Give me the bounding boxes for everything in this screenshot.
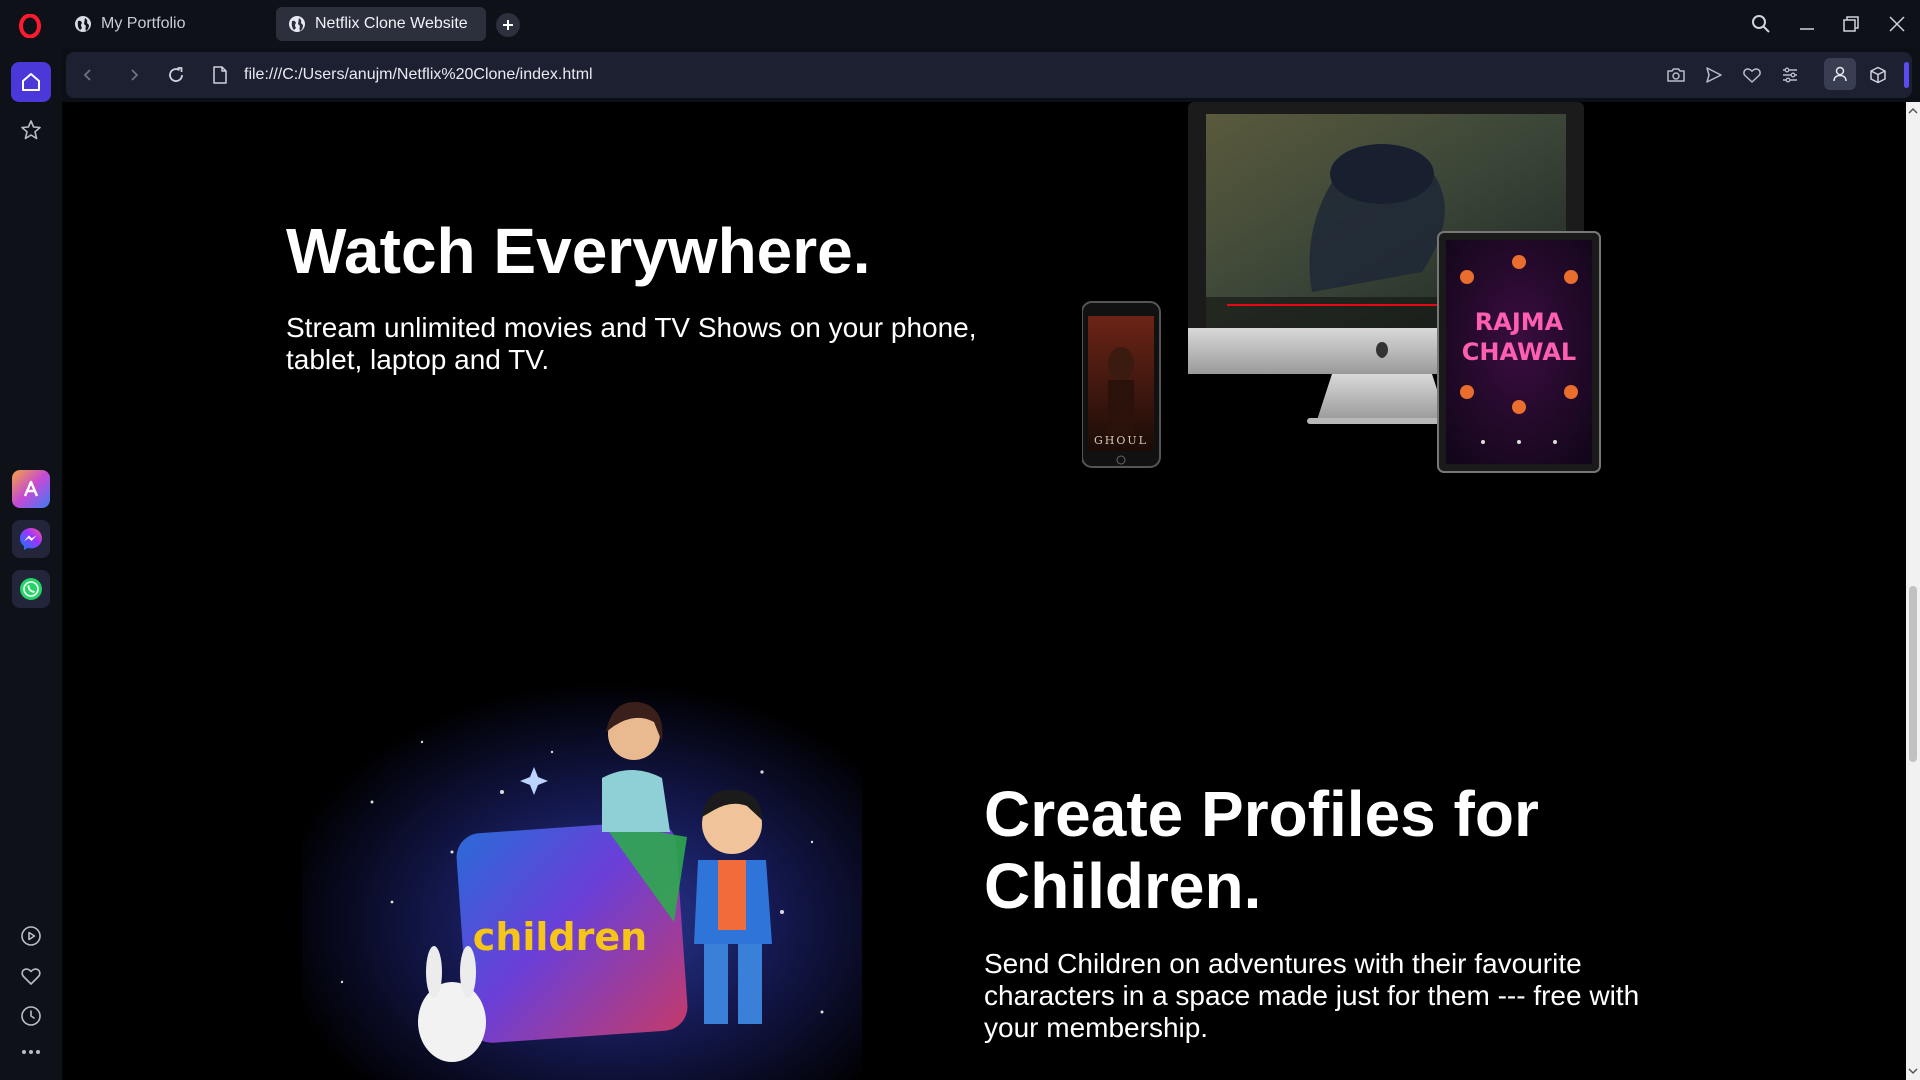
children-profiles-title: Create Profiles for Children. <box>984 778 1539 922</box>
sidebar-item-history[interactable] <box>11 996 51 1036</box>
scroll-down-icon[interactable] <box>1908 1066 1918 1076</box>
sidebar-item-messenger[interactable] <box>12 520 50 558</box>
sidebar-item-whatsapp[interactable] <box>12 570 50 608</box>
sidebar-item-favorites[interactable] <box>11 956 51 996</box>
sidebar-item-home[interactable] <box>11 62 51 102</box>
star-icon <box>21 120 41 140</box>
restore-button[interactable] <box>1836 10 1866 38</box>
children-profiles-text: Send Children on adventures with their f… <box>984 948 1640 1043</box>
sidebar-item-bookmarks[interactable] <box>11 110 51 150</box>
settings-sliders-icon <box>1783 67 1797 83</box>
back-button[interactable] <box>76 63 100 87</box>
close-window-button[interactable] <box>1882 10 1912 38</box>
tab-label: My Portfolio <box>101 15 186 32</box>
bookmark-page-button[interactable] <box>1740 63 1764 87</box>
clock-icon <box>21 1006 41 1026</box>
tab-netflix-clone[interactable]: Netflix Clone Website <box>276 7 486 41</box>
messenger-icon <box>20 528 42 550</box>
restore-icon <box>1843 16 1859 32</box>
opera-logo-icon[interactable] <box>16 12 44 40</box>
minimize-button[interactable] <box>1792 10 1822 38</box>
watch-everywhere-title: Watch Everywhere. <box>286 215 871 287</box>
sidebar-item-player[interactable] <box>11 916 51 956</box>
devices-image: GHOUL RAJMA CHAWAL <box>1082 102 1601 473</box>
globe-icon <box>75 16 91 32</box>
forward-button[interactable] <box>122 63 146 87</box>
profile-button[interactable] <box>1824 58 1856 90</box>
watch-everywhere-text: Stream unlimited movies and TV Shows on … <box>286 312 977 375</box>
aria-icon <box>23 480 39 497</box>
tablet-subtitle-text: CHAWAL <box>1462 338 1576 366</box>
play-circle-icon <box>21 926 41 946</box>
title-bar: My Portfolio Netflix Clone Website <box>0 0 1920 48</box>
sidebar-item-more[interactable] <box>11 1032 51 1072</box>
heart-icon <box>1743 68 1761 83</box>
user-icon <box>1833 66 1847 82</box>
search-icon <box>1752 15 1770 33</box>
minimize-icon <box>1800 28 1814 30</box>
snapshot-button[interactable] <box>1664 63 1688 87</box>
send-button[interactable] <box>1702 63 1726 87</box>
scroll-up-icon[interactable] <box>1908 106 1918 116</box>
tab-my-portfolio[interactable]: My Portfolio <box>62 7 268 41</box>
plus-icon <box>503 20 513 30</box>
url-text[interactable]: file:///C:/Users/anujm/Netflix%20Clone/i… <box>244 66 593 84</box>
extensions-button[interactable] <box>1866 63 1890 87</box>
phone-title-text: GHOUL <box>1094 434 1148 447</box>
file-icon <box>213 66 227 84</box>
scrollbar-thumb[interactable] <box>1909 586 1917 762</box>
home-icon <box>22 73 40 91</box>
chevron-right-icon <box>131 69 139 81</box>
whatsapp-icon <box>20 578 42 600</box>
reload-button[interactable] <box>164 63 188 87</box>
children-badge-text: children <box>473 915 647 959</box>
sidebar-accent-bar <box>1904 62 1909 88</box>
globe-icon <box>289 16 305 32</box>
more-icon <box>22 1050 40 1054</box>
page-info-icon[interactable] <box>208 63 232 87</box>
new-tab-button[interactable] <box>496 13 520 37</box>
heart-icon <box>21 968 41 985</box>
send-icon <box>1706 67 1722 83</box>
cube-icon <box>1870 66 1886 84</box>
chevron-left-icon <box>83 69 91 81</box>
page-viewport: Watch Everywhere. Stream unlimited movie… <box>62 102 1908 1080</box>
page-scrollbar[interactable] <box>1906 102 1920 1080</box>
tab-label: Netflix Clone Website <box>315 15 468 32</box>
camera-icon <box>1667 68 1685 82</box>
search-tabs-button[interactable] <box>1746 10 1776 38</box>
children-profile-image: children <box>302 682 862 1080</box>
reload-icon <box>169 67 183 82</box>
close-icon <box>1889 16 1905 32</box>
address-bar: file:///C:/Users/anujm/Netflix%20Clone/i… <box>66 52 1912 98</box>
easy-setup-button[interactable] <box>1778 63 1802 87</box>
sidebar <box>0 48 62 1080</box>
sidebar-item-aria[interactable] <box>12 470 50 508</box>
tablet-title-text: RAJMA <box>1475 308 1564 336</box>
